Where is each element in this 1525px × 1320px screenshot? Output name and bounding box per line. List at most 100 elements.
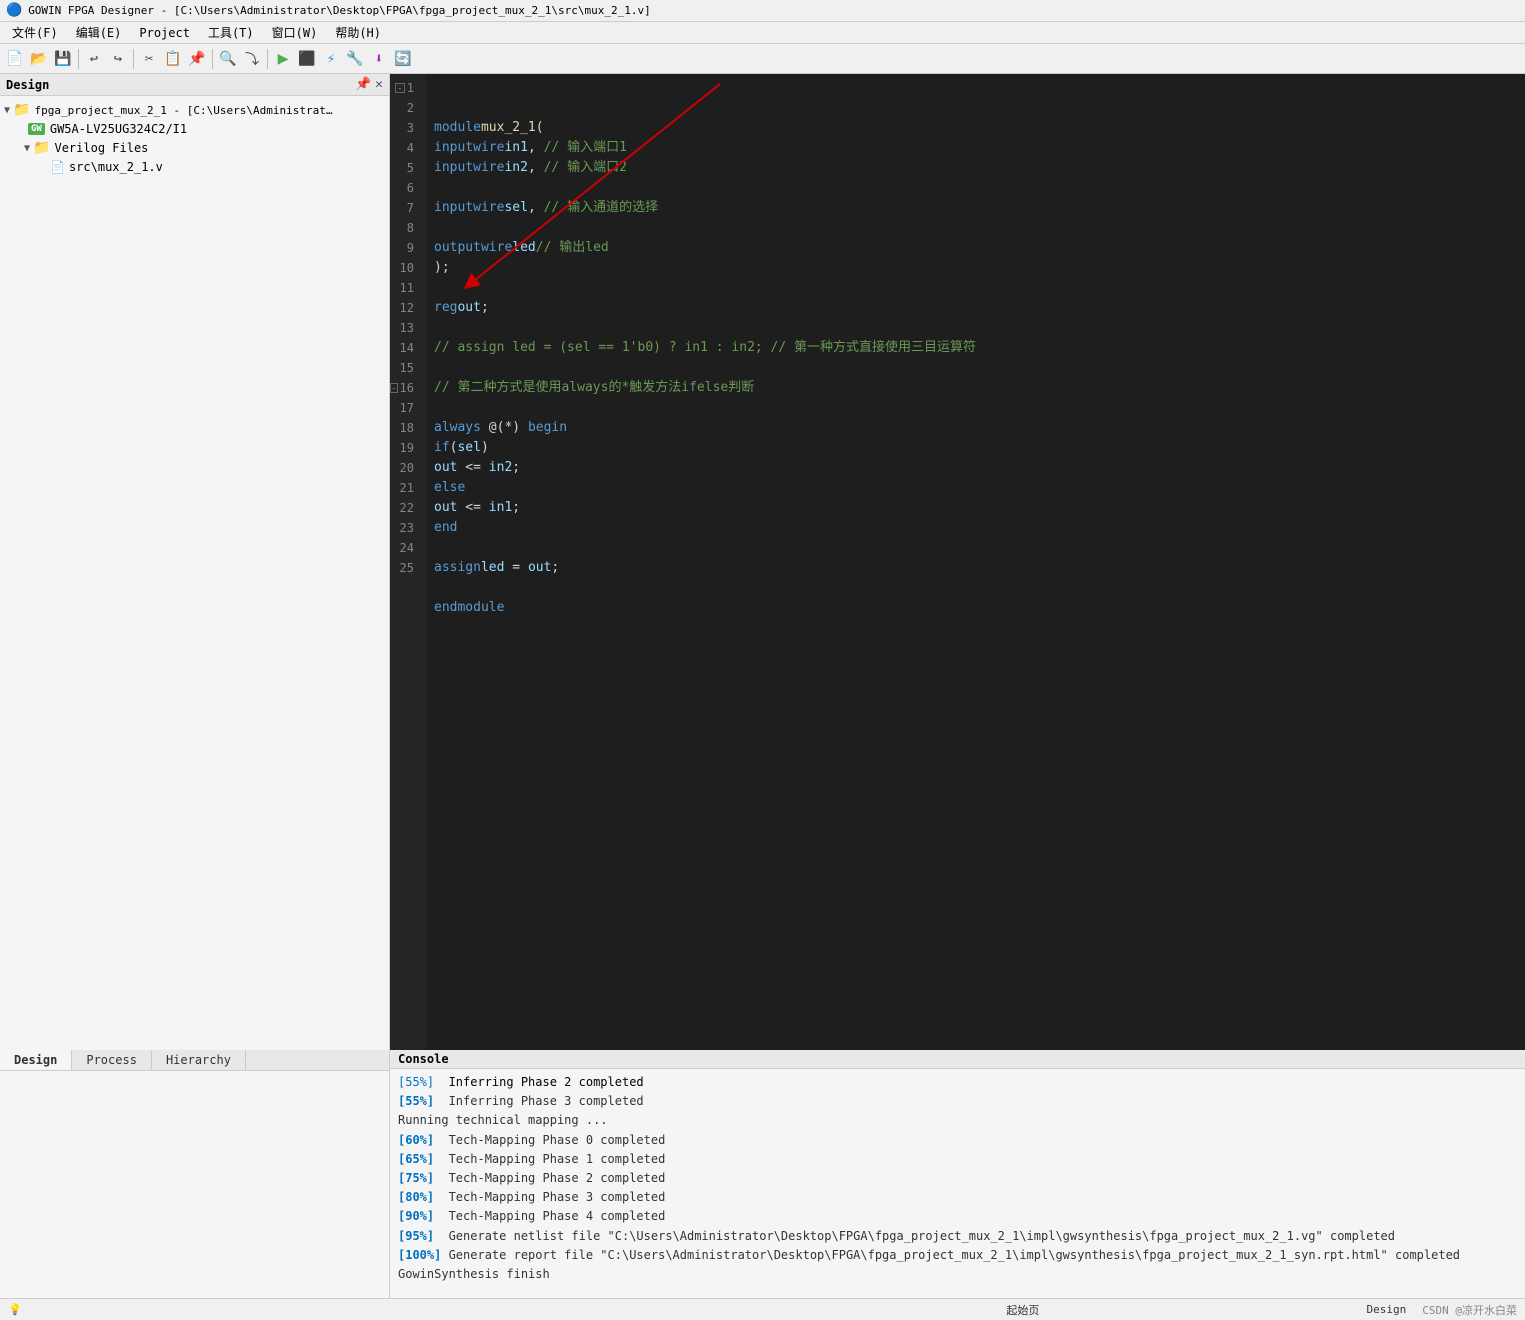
code-line-25: endmodule — [434, 598, 1517, 618]
sidebar: Design 📌 ✕ ▼ 📁 fpga_project_mux_2_1 - [C… — [0, 74, 390, 1050]
code-line-9 — [434, 278, 1517, 298]
line-num-11: 11 — [390, 278, 418, 298]
menu-window[interactable]: 窗口(W) — [264, 23, 326, 42]
fold-marker-16[interactable]: - — [390, 383, 398, 393]
line-num-3: 3 — [390, 118, 418, 138]
title-bar: 🔵 GOWIN FPGA Designer - [C:\Users\Admini… — [0, 0, 1525, 22]
code-line-23: assign led = out; — [434, 558, 1517, 578]
status-left: 💡 — [0, 1303, 687, 1316]
code-line-22 — [434, 538, 1517, 558]
code-line-3: input wire in2, // 输入端口2 — [434, 158, 1517, 178]
toolbar-new[interactable]: 📄 — [4, 48, 26, 70]
chip-badge: GW — [28, 123, 45, 135]
tab-design[interactable]: Design — [0, 1050, 72, 1070]
bottom-sidebar-content — [0, 1071, 389, 1298]
toolbar-open[interactable]: 📂 — [28, 48, 50, 70]
project-folder-icon: 📁 — [13, 102, 30, 118]
chip-name: GW5A-LV25UG324C2/I1 — [50, 122, 187, 136]
toolbar-refresh[interactable]: 🔄 — [392, 48, 414, 70]
line-num-23: 23 — [390, 518, 418, 538]
toolbar-build[interactable]: ▶ — [272, 48, 294, 70]
toolbar-prog[interactable]: ⬇ — [368, 48, 390, 70]
toolbar-find[interactable]: 🔍 — [217, 48, 239, 70]
menu-project[interactable]: Project — [131, 25, 198, 41]
app-icon: 🔵 — [6, 3, 22, 18]
line-num-1: -1 — [390, 78, 418, 98]
code-line-1: module mux_2_1( — [434, 118, 1517, 138]
code-line-4 — [434, 178, 1517, 198]
toolbar-copy[interactable]: 📋 — [162, 48, 184, 70]
status-center: 起始页 — [687, 1302, 1358, 1318]
toolbar-sep3 — [212, 49, 213, 69]
line-num-7: 7 — [390, 198, 418, 218]
menu-edit[interactable]: 编辑(E) — [68, 23, 130, 42]
line-num-21: 21 — [390, 478, 418, 498]
code-line-19: else — [434, 478, 1517, 498]
tree-source-file[interactable]: 📄 src\mux_2_1.v — [0, 158, 389, 176]
code-line-2: input wire in1, // 输入端口1 — [434, 138, 1517, 158]
toolbar-paste[interactable]: 📌 — [186, 48, 208, 70]
menu-tools[interactable]: 工具(T) — [200, 23, 262, 42]
code-editor[interactable]: -123456789101112131415-16171819202122232… — [390, 74, 1525, 1050]
status-page: 起始页 — [1006, 1304, 1039, 1317]
code-content[interactable]: module mux_2_1( input wire in1, // 输入端口1… — [426, 74, 1525, 1050]
console-line-9: [100%] Generate report file "C:\Users\Ad… — [398, 1246, 1517, 1265]
watermark: CSDN @凉开水白菜 — [1414, 1302, 1525, 1318]
toolbar-undo[interactable]: ↩ — [83, 48, 105, 70]
toolbar-synth[interactable]: ⚡ — [320, 48, 342, 70]
menu-file[interactable]: 文件(F) — [4, 23, 66, 42]
code-line-17: if(sel) — [434, 438, 1517, 458]
sidebar-tree: ▼ 📁 fpga_project_mux_2_1 - [C:\Users\Adm… — [0, 96, 389, 1050]
sidebar-title: Design — [6, 78, 49, 92]
code-line-21: end — [434, 518, 1517, 538]
console-line-7: [90%] Tech-Mapping Phase 4 completed — [398, 1207, 1517, 1226]
toolbar-redo[interactable]: ↪ — [107, 48, 129, 70]
toolbar-impl[interactable]: 🔧 — [344, 48, 366, 70]
menu-help[interactable]: 帮助(H) — [327, 23, 389, 42]
toolbar-goto[interactable]: ⤵ — [241, 48, 263, 70]
toolbar-sep1 — [78, 49, 79, 69]
file-icon: 📄 — [50, 160, 65, 174]
tree-project-root[interactable]: ▼ 📁 fpga_project_mux_2_1 - [C:\Users\Adm… — [0, 100, 389, 120]
tree-chip[interactable]: GW GW5A-LV25UG324C2/I1 — [0, 120, 389, 138]
toolbar-sep4 — [267, 49, 268, 69]
console-line-0: [55%] Inferring Phase 2 completed — [398, 1073, 1517, 1092]
code-line-11 — [434, 318, 1517, 338]
tree-verilog-folder[interactable]: ▼ 📁 Verilog Files — [0, 138, 389, 158]
line-num-25: 25 — [390, 558, 418, 578]
toolbar-cut[interactable]: ✂ — [138, 48, 160, 70]
tree-arrow-verilog: ▼ — [24, 143, 30, 154]
toolbar: 📄 📂 💾 ↩ ↪ ✂ 📋 📌 🔍 ⤵ ▶ ⬛ ⚡ 🔧 ⬇ 🔄 — [0, 44, 1525, 74]
code-line-6 — [434, 218, 1517, 238]
title-text: GOWIN FPGA Designer - [C:\Users\Administ… — [28, 4, 651, 17]
pin-icon[interactable]: 📌 — [355, 77, 371, 92]
line-num-9: 9 — [390, 238, 418, 258]
console-line-2: Running technical mapping ... — [398, 1111, 1517, 1130]
console-line-10: GowinSynthesis finish — [398, 1265, 1517, 1284]
line-num-18: 18 — [390, 418, 418, 438]
code-line-12: // assign led = (sel == 1'b0) ? in1 : in… — [434, 338, 1517, 358]
line-num-22: 22 — [390, 498, 418, 518]
close-icon[interactable]: ✕ — [375, 77, 383, 92]
fold-marker-1[interactable]: - — [395, 83, 405, 93]
console-line-3: [60%] Tech-Mapping Phase 0 completed — [398, 1131, 1517, 1150]
console-header: Console — [390, 1050, 1525, 1069]
code-line-10: reg out; — [434, 298, 1517, 318]
code-line-15 — [434, 398, 1517, 418]
toolbar-stop[interactable]: ⬛ — [296, 48, 318, 70]
tab-process[interactable]: Process — [72, 1050, 152, 1070]
line-num-19: 19 — [390, 438, 418, 458]
line-num-13: 13 — [390, 318, 418, 338]
tab-hierarchy[interactable]: Hierarchy — [152, 1050, 246, 1070]
line-num-2: 2 — [390, 98, 418, 118]
line-num-14: 14 — [390, 338, 418, 358]
console-line-8: [95%] Generate netlist file "C:\Users\Ad… — [398, 1227, 1517, 1246]
line-num-15: 15 — [390, 358, 418, 378]
toolbar-save[interactable]: 💾 — [52, 48, 74, 70]
status-right: Design — [1359, 1303, 1415, 1316]
console-panel[interactable]: [55%] Inferring Phase 2 completed[55%] I… — [390, 1069, 1525, 1298]
line-num-6: 6 — [390, 178, 418, 198]
code-line-7: output wire led // 输出led — [434, 238, 1517, 258]
line-num-12: 12 — [390, 298, 418, 318]
status-panel: Design — [1367, 1303, 1407, 1316]
